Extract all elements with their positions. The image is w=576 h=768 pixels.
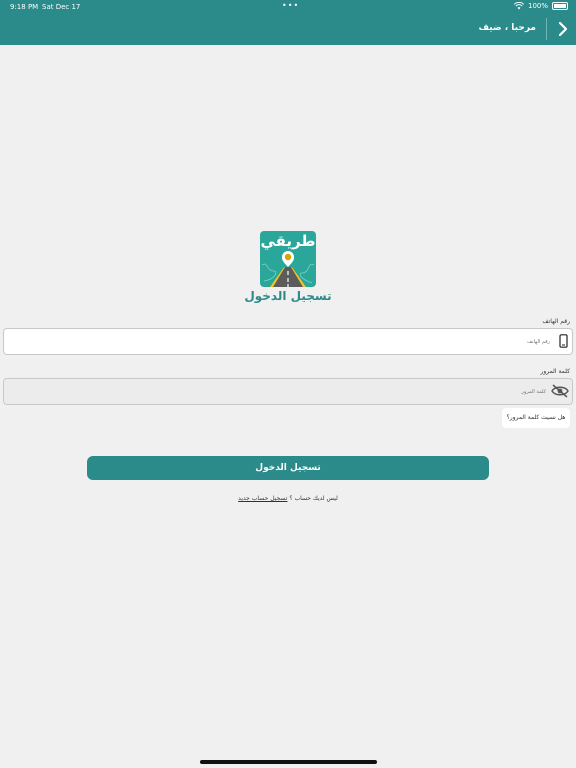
- nav-divider: [546, 18, 547, 40]
- register-row: ليس لديك حساب ؟ تسجيل حساب جديد: [188, 495, 388, 502]
- wifi-icon: [513, 2, 524, 10]
- register-link[interactable]: تسجيل حساب جديد: [238, 495, 287, 502]
- password-label: كلمة المرور: [540, 368, 570, 375]
- road-pin-icon: [261, 251, 315, 287]
- phone-icon: [559, 334, 568, 348]
- nav-title: مرحبا ، ضيف: [478, 23, 537, 33]
- app-logo: طريقي: [260, 231, 316, 287]
- status-right: 100%: [513, 2, 568, 10]
- home-indicator: [200, 760, 377, 764]
- register-prompt: ليس لديك حساب ؟: [289, 495, 338, 502]
- login-button[interactable]: تسجيل الدخول: [87, 456, 489, 480]
- multitasking-dots: •••: [282, 1, 300, 10]
- battery-percent: 100%: [527, 2, 548, 10]
- login-heading: تسجيل الدخول: [244, 289, 332, 303]
- status-time: 9:18 PM: [10, 3, 39, 11]
- battery-icon: [552, 2, 568, 10]
- phone-input[interactable]: [10, 329, 550, 354]
- eye-off-icon[interactable]: [551, 384, 569, 398]
- chevron-right-icon[interactable]: [555, 20, 571, 38]
- phone-label: رقم الهاتف: [542, 318, 570, 325]
- password-input[interactable]: [10, 379, 546, 404]
- status-date: Sat Dec 17: [42, 3, 81, 11]
- forgot-password-link[interactable]: هل نسيت كلمة المرور؟: [502, 408, 570, 428]
- phone-field[interactable]: [3, 328, 573, 355]
- top-bar: 9:18 PM Sat Dec 17 ••• 100% مرحبا ، ضيف: [0, 0, 576, 45]
- password-field[interactable]: [3, 378, 573, 405]
